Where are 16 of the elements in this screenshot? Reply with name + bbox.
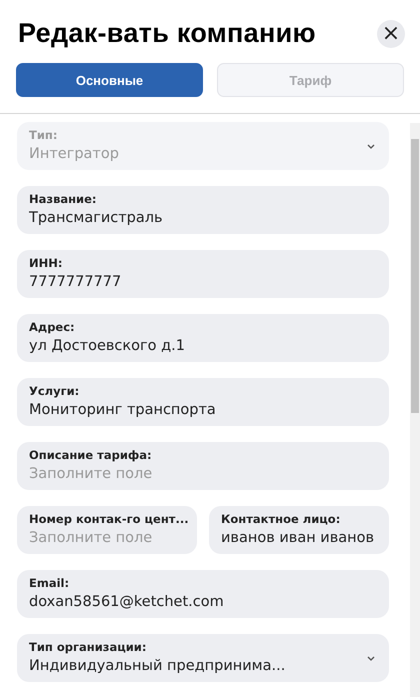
scrollbar-thumb[interactable]	[411, 139, 419, 413]
chevron-down-icon	[367, 656, 375, 660]
text-field[interactable]: Название: Трансмагистраль	[17, 186, 389, 234]
tab[interactable]: Основные	[16, 63, 203, 97]
dropdown[interactable]: Тип организации: Индивидуальный предпринима...	[17, 634, 389, 682]
text-field[interactable]: Услуги: Мониторинг транспорта	[17, 378, 389, 426]
text-field[interactable]: Номер контак-го цент... Заполните поле	[17, 506, 197, 554]
dialog-title: Редак-вать компанию	[18, 18, 316, 49]
text-field[interactable]: ИНН: 7777777777	[17, 250, 389, 298]
text-field[interactable]: Описание тарифа: Заполните поле	[17, 442, 389, 490]
text-field[interactable]: Email: doxan58561@ketchet.com	[17, 570, 389, 618]
text-field[interactable]: Адрес: ул Достоевского д.1	[17, 314, 389, 362]
close-button[interactable]: ×	[377, 20, 405, 48]
chevron-down-icon	[367, 144, 375, 148]
scrollbar[interactable]	[410, 123, 420, 697]
text-field[interactable]: Контактное лицо: иванов иван иванов	[209, 506, 389, 554]
